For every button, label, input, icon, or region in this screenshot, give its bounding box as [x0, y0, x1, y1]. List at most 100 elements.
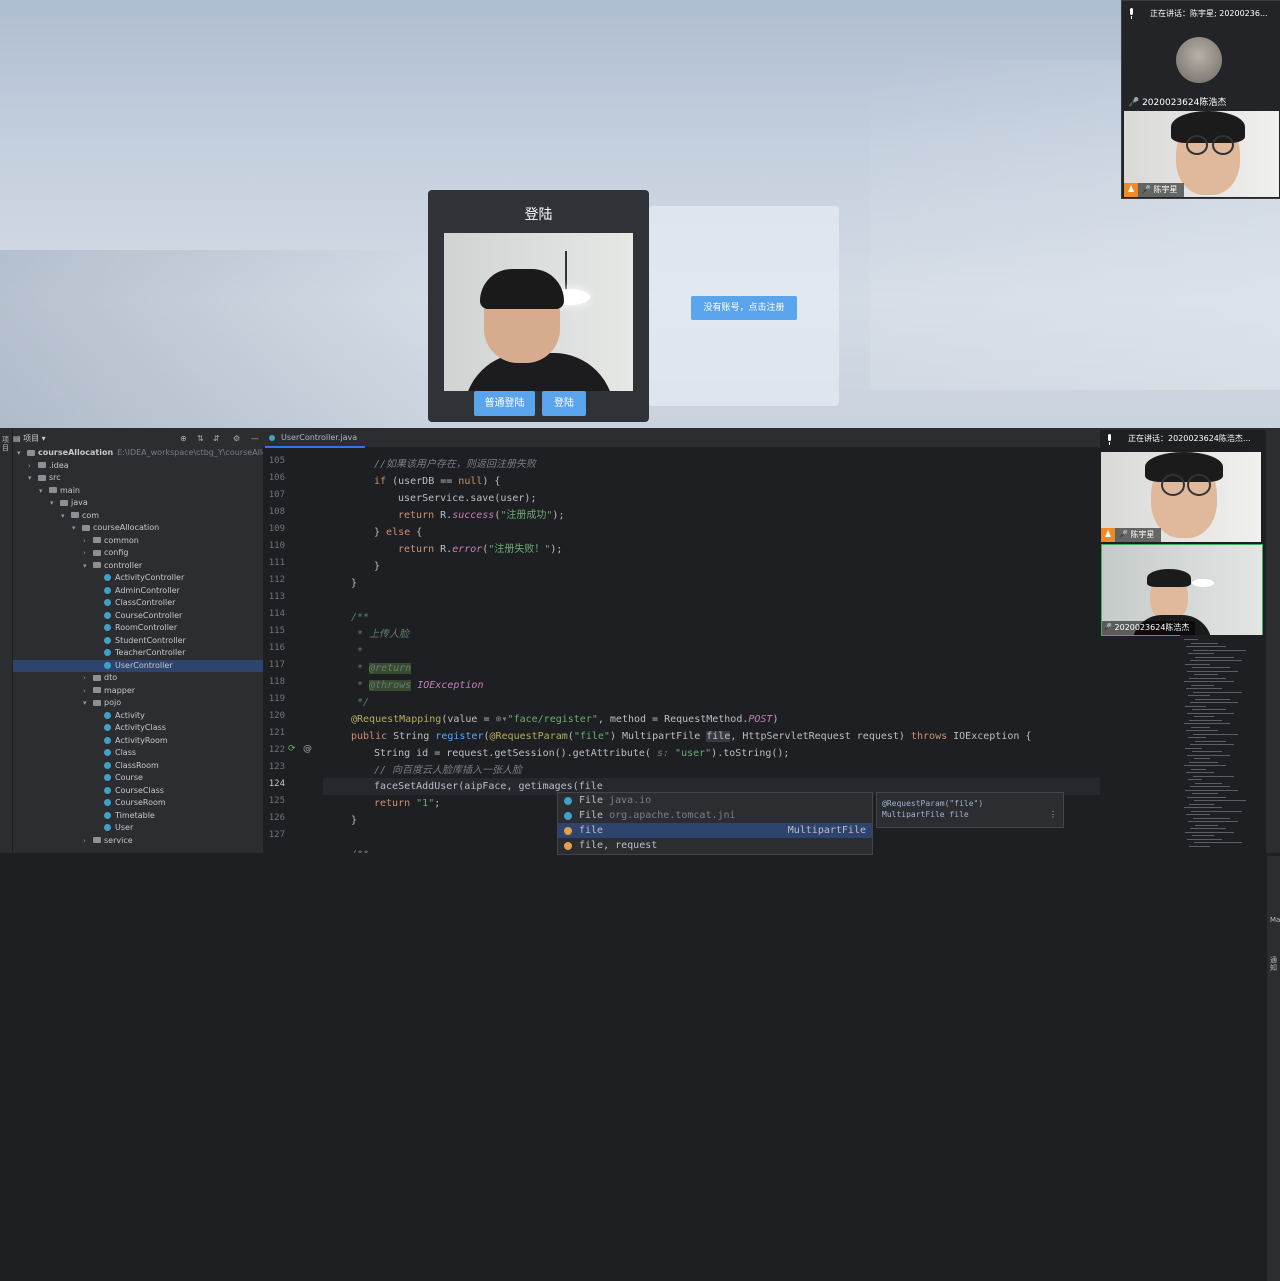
minimap-line [1192, 835, 1214, 836]
tree-item-class[interactable]: RoomController [13, 622, 263, 634]
locate-icon[interactable]: ⊕ [180, 431, 187, 447]
parameter-icon [564, 842, 572, 850]
tab-usercontroller[interactable]: UserController.java [265, 430, 366, 448]
tree-item-class[interactable]: CourseController [13, 610, 263, 622]
code-minimap[interactable] [1180, 635, 1266, 853]
speaking-indicator: 正在讲话：陈宇星; 20200236... [1122, 1, 1280, 27]
class-icon [104, 611, 111, 619]
tree-item-class[interactable]: TeacherController [13, 647, 263, 659]
login-button[interactable]: 登陆 [542, 391, 586, 416]
tree-item-class[interactable]: User [13, 822, 263, 834]
class-icon [104, 774, 111, 781]
participant-video-active[interactable]: 🎤 2020023624陈浩杰 [1101, 544, 1263, 636]
tree-item-folder[interactable]: ▾ courseAllocation E:\IDEA_workspace\ctbg_… [13, 447, 263, 459]
chevron-right-icon[interactable]: › [83, 547, 93, 559]
collapse-all-icon[interactable]: ⇵ [213, 431, 220, 447]
minimap-line [1191, 768, 1206, 770]
tree-item-class[interactable]: ActivityRoom [13, 735, 263, 747]
chevron-right-icon[interactable]: › [28, 460, 38, 472]
tree-item-folder[interactable]: › dto [13, 672, 263, 684]
annotation-gutter-icon[interactable]: @ [303, 744, 312, 754]
chevron-down-icon[interactable]: ▾ [83, 697, 93, 709]
more-options-icon[interactable]: ⋮ [1049, 810, 1057, 819]
tree-item-class[interactable]: AdminController [13, 585, 263, 597]
chevron-down-icon[interactable]: ▾ [39, 485, 49, 497]
minimap-line [1188, 737, 1206, 738]
minimap-line [1192, 667, 1230, 668]
tree-item-class[interactable]: ActivityController [13, 572, 263, 584]
tree-item-folder[interactable]: › common [13, 535, 263, 547]
completion-item[interactable]: File java.io [558, 793, 872, 808]
chevron-down-icon[interactable]: ▾ [17, 447, 27, 459]
tree-item-label: main [60, 485, 80, 495]
tree-item-label: service [104, 835, 133, 845]
tree-item-class[interactable]: Activity [13, 710, 263, 722]
completion-item[interactable]: File org.apache.tomcat.jni [558, 808, 872, 823]
class-icon [104, 599, 111, 606]
project-tool-label[interactable]: 项目 [2, 436, 10, 452]
tree-item-class[interactable]: Timetable [13, 810, 263, 822]
right-tool-stripe[interactable]: Maven 通知 [1266, 856, 1280, 1281]
chevron-right-icon[interactable]: › [83, 685, 93, 697]
tree-item-folder[interactable]: ▾ java [13, 497, 263, 509]
folder-icon [93, 549, 101, 556]
tree-item-class[interactable]: Course [13, 772, 263, 784]
tree-item-folder[interactable]: ▾ courseAllocation [13, 522, 263, 534]
tree-item-folder[interactable]: › .idea [13, 460, 263, 472]
tool-window-stripe[interactable]: 项目 [0, 428, 13, 853]
class-icon [104, 661, 111, 669]
completion-item-selected[interactable]: file MultipartFile [558, 823, 872, 838]
line-number: 126 [268, 813, 285, 823]
notifications-tool-label[interactable]: 通知 [1270, 956, 1278, 972]
class-icon [104, 574, 111, 581]
avatar [1176, 37, 1222, 83]
tree-item-folder[interactable]: ▾ src [13, 472, 263, 484]
class-icon [104, 724, 111, 731]
minimap-line [1188, 821, 1238, 822]
chevron-right-icon[interactable]: › [83, 672, 93, 684]
register-button[interactable]: 没有账号，点击注册 [691, 296, 797, 320]
code-completion-popup[interactable]: File java.io File org.apache.tomcat.jni … [557, 792, 873, 855]
class-icon [104, 824, 111, 831]
chevron-down-icon[interactable]: ▾ [61, 510, 71, 522]
meeting-overlay-top[interactable]: 正在讲话：陈宇星; 20200236... 🎤 2020023624陈浩杰 ♟ 🎤… [1121, 0, 1280, 199]
maven-tool-label[interactable]: Maven [1270, 916, 1280, 924]
tree-item-class[interactable]: Class [13, 747, 263, 759]
gear-icon[interactable]: ⚙ [233, 431, 240, 447]
tree-item-folder[interactable]: ▾ com [13, 510, 263, 522]
chevron-down-icon[interactable]: ▾ [28, 472, 38, 484]
line-number: 112 [268, 575, 285, 585]
completion-item[interactable]: file, request [558, 838, 872, 853]
chevron-right-icon[interactable]: › [83, 835, 93, 847]
tree-item-folder[interactable]: › service [13, 835, 263, 847]
line-number: 117 [268, 660, 285, 670]
tree-item-class[interactable]: CourseRoom [13, 797, 263, 809]
line-number: 120 [268, 711, 285, 721]
tree-item-class[interactable]: UserController [13, 659, 263, 672]
participant-video[interactable]: ♟ 🎤 陈宇星 [1101, 452, 1261, 542]
tree-item-class[interactable]: ClassController [13, 597, 263, 609]
chevron-down-icon[interactable]: ▾ [72, 522, 82, 534]
normal-login-button[interactable]: 普通登陆 [474, 391, 535, 416]
minimap-line [1186, 688, 1222, 689]
class-icon [104, 799, 111, 806]
tree-item-folder[interactable]: ▾ pojo [13, 697, 263, 709]
chevron-right-icon[interactable]: › [83, 535, 93, 547]
expand-all-icon[interactable]: ⇅ [197, 431, 204, 447]
project-tree[interactable]: ▾ courseAllocation E:\IDEA_workspace\ctbg_… [13, 447, 263, 853]
tree-item-class[interactable]: StudentController [13, 635, 263, 647]
minimize-icon[interactable]: — [251, 431, 259, 447]
minimap-line [1188, 653, 1214, 654]
tree-item-folder[interactable]: ▾ controller [13, 560, 263, 572]
chevron-down-icon[interactable]: ▾ [83, 560, 93, 572]
tree-item-folder[interactable]: › config [13, 547, 263, 559]
tree-item-class[interactable]: ClassRoom [13, 760, 263, 772]
chevron-down-icon[interactable]: ▾ [50, 497, 60, 509]
tree-item-class[interactable]: CourseClass [13, 785, 263, 797]
tree-item-folder[interactable]: ▾ main [13, 485, 263, 497]
tree-item-class[interactable]: ActivityClass [13, 722, 263, 734]
minimap-line [1191, 642, 1218, 644]
run-gutter-icon[interactable]: ⟳ [288, 744, 296, 754]
tree-item-folder[interactable]: › mapper [13, 685, 263, 697]
participant-video[interactable]: ♟ 🎤 陈宇星 [1124, 111, 1279, 197]
